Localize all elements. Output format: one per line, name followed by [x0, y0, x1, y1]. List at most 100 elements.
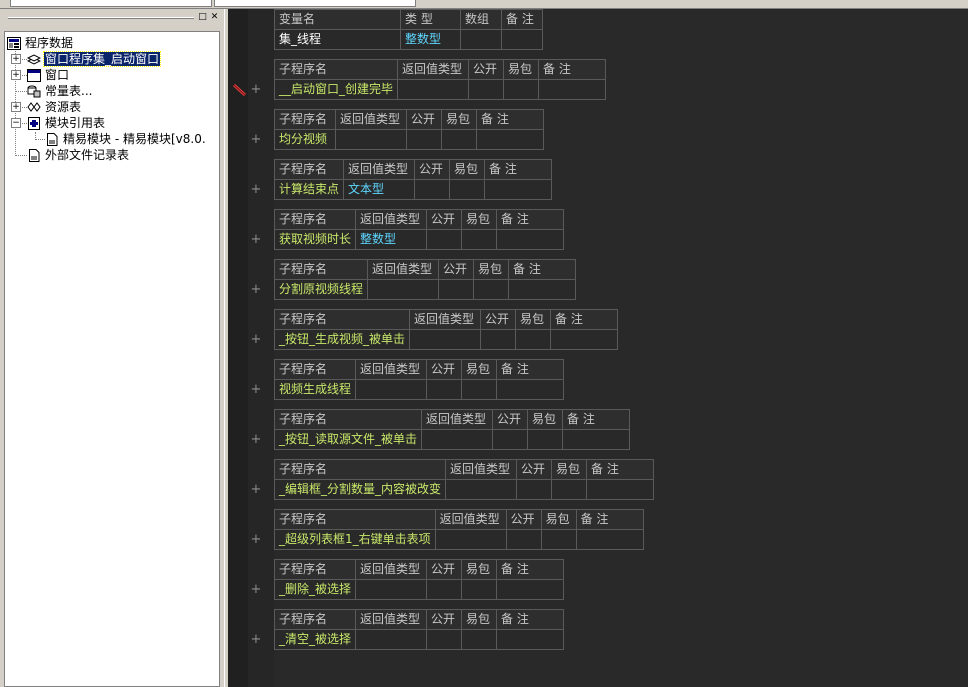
- sub-remark-cell[interactable]: [586, 479, 655, 500]
- sub-return-type-cell[interactable]: [409, 329, 482, 350]
- sub-return-type-cell[interactable]: [355, 629, 428, 650]
- sub-remark-cell[interactable]: [562, 429, 631, 450]
- sub-public-cell[interactable]: [426, 379, 463, 400]
- sub-return-type-cell[interactable]: [397, 79, 470, 100]
- tree-item-window[interactable]: 窗口: [27, 67, 70, 83]
- sub-easy-pack-cell[interactable]: [473, 279, 510, 300]
- sub-return-type-cell[interactable]: 整数型: [355, 229, 428, 250]
- header-return-type: 返回值类型: [355, 559, 428, 580]
- sub-remark-cell[interactable]: [496, 579, 565, 600]
- sub-easy-pack-cell[interactable]: [540, 529, 577, 550]
- sub-return-type-cell[interactable]: [355, 379, 428, 400]
- sub-easy-pack-cell[interactable]: [449, 179, 486, 200]
- tree-item-module[interactable]: 精易模块 - 精易模块[v8.0.: [45, 131, 207, 147]
- sub-remark-cell[interactable]: [496, 229, 565, 250]
- sub-public-cell[interactable]: [414, 179, 451, 200]
- sub-public-cell[interactable]: [426, 229, 463, 250]
- sub-name-cell[interactable]: _清空_被选择: [273, 629, 357, 650]
- sub-easy-pack-cell[interactable]: [551, 479, 588, 500]
- sub-easy-pack-cell[interactable]: [461, 229, 498, 250]
- expand-sub-icon[interactable]: +: [250, 83, 262, 97]
- sub-public-cell[interactable]: [426, 629, 463, 650]
- close-button[interactable]: ✕: [209, 12, 220, 23]
- sub-public-cell[interactable]: [516, 479, 553, 500]
- expand-sub-icon[interactable]: +: [250, 383, 262, 397]
- sub-name-cell[interactable]: _删除_被选择: [273, 579, 357, 600]
- var-type-cell[interactable]: 整数型: [400, 29, 461, 50]
- sub-name-cell[interactable]: _按钮_读取源文件_被单击: [273, 429, 423, 450]
- sub-remark-cell[interactable]: [538, 79, 607, 100]
- expand-sub-icon[interactable]: +: [250, 133, 262, 147]
- expand-sub-icon[interactable]: +: [250, 433, 262, 447]
- sub-name-cell[interactable]: 计算结束点: [273, 179, 345, 200]
- sub-return-type-cell[interactable]: [434, 529, 507, 550]
- expand-sub-icon[interactable]: +: [250, 483, 262, 497]
- tree-item-module-refs[interactable]: 模块引用表: [27, 115, 106, 131]
- expand-toggle[interactable]: +: [11, 54, 21, 64]
- sub-return-type-cell[interactable]: [355, 579, 428, 600]
- var-array-cell[interactable]: [460, 29, 502, 50]
- var-remark-cell[interactable]: [501, 29, 543, 50]
- sub-public-cell[interactable]: [480, 329, 517, 350]
- pin-icon: □: [198, 12, 207, 22]
- sub-easy-pack-cell[interactable]: [441, 129, 477, 150]
- sub-name-cell[interactable]: __启动窗口_创建完毕: [273, 79, 399, 100]
- sub-return-type-cell[interactable]: [421, 429, 494, 450]
- assembly-icon: [27, 54, 41, 65]
- sub-name-cell[interactable]: 分割原视频线程: [273, 279, 369, 300]
- tree-item-constants[interactable]: 常量表...: [27, 83, 93, 99]
- tree-item-assembly[interactable]: 窗口程序集_启动窗口: [27, 51, 162, 67]
- sub-easy-pack-cell[interactable]: [461, 379, 498, 400]
- sub-public-cell[interactable]: [438, 279, 475, 300]
- sub-public-cell[interactable]: [492, 429, 529, 450]
- var-name-cell[interactable]: 集_线程: [274, 29, 401, 50]
- sub-name-cell[interactable]: _编辑框_分割数量_内容被改变: [273, 479, 447, 500]
- collapse-toggle[interactable]: −: [11, 118, 21, 128]
- sub-name-cell[interactable]: _按钮_生成视频_被单击: [273, 329, 411, 350]
- sub-public-cell[interactable]: [426, 579, 463, 600]
- expand-sub-icon[interactable]: +: [250, 233, 262, 247]
- sub-remark-cell[interactable]: [550, 329, 619, 350]
- assembly-combo[interactable]: [10, 0, 212, 7]
- tree-item-program-data[interactable]: 程序数据: [7, 35, 74, 51]
- expand-sub-icon[interactable]: +: [250, 183, 262, 197]
- expand-toggle[interactable]: +: [11, 102, 21, 112]
- tree-item-external-files[interactable]: 外部文件记录表: [27, 147, 130, 163]
- project-tree[interactable]: 程序数据 + 窗口程序集_启动窗口 + 窗口 常量表... + 资源表 − 模块…: [4, 31, 220, 687]
- sub-return-type-cell[interactable]: 文本型: [343, 179, 416, 200]
- sub-name-cell[interactable]: _超级列表框1_右键单击表项: [274, 529, 436, 550]
- header-sub-name: 子程序名: [273, 459, 447, 480]
- sub-easy-pack-cell[interactable]: [461, 579, 498, 600]
- expand-sub-icon[interactable]: +: [250, 283, 262, 297]
- sub-remark-cell[interactable]: [496, 629, 565, 650]
- expand-sub-icon[interactable]: +: [250, 533, 262, 547]
- sub-easy-pack-cell[interactable]: [503, 79, 540, 100]
- expand-sub-icon[interactable]: +: [250, 583, 262, 597]
- expand-toggle[interactable]: +: [11, 70, 21, 80]
- sub-return-type-cell[interactable]: [367, 279, 440, 300]
- subroutine-combo[interactable]: [214, 0, 416, 7]
- sub-remark-cell[interactable]: [575, 529, 644, 550]
- sub-public-cell[interactable]: [468, 79, 505, 100]
- expand-sub-icon[interactable]: +: [250, 333, 262, 347]
- sub-remark-cell[interactable]: [508, 279, 577, 300]
- expand-sub-icon[interactable]: +: [250, 633, 262, 647]
- sub-remark-cell[interactable]: [496, 379, 565, 400]
- sub-name-cell[interactable]: 获取视频时长: [273, 229, 357, 250]
- sub-easy-pack-cell[interactable]: [461, 629, 498, 650]
- sub-return-type-cell[interactable]: [445, 479, 518, 500]
- sub-public-cell[interactable]: [406, 129, 442, 150]
- sub-name-cell[interactable]: 视频生成线程: [273, 379, 357, 400]
- header-var-name: 变量名: [274, 9, 401, 30]
- panel-grip[interactable]: [8, 17, 194, 19]
- sub-return-type-cell[interactable]: [335, 129, 407, 150]
- sub-easy-pack-cell[interactable]: [515, 329, 552, 350]
- pin-button[interactable]: □: [197, 12, 208, 23]
- code-editor[interactable]: 变量名 类 型 数组 备 注 集_线程 整数型 子程序名 返回值类型 公开 易包备 注…: [228, 9, 968, 687]
- sub-remark-cell[interactable]: [484, 179, 553, 200]
- sub-easy-pack-cell[interactable]: [527, 429, 564, 450]
- sub-remark-cell[interactable]: [476, 129, 544, 150]
- sub-name-cell[interactable]: 均分视频: [274, 129, 336, 150]
- tree-item-resources[interactable]: 资源表: [27, 99, 82, 115]
- sub-public-cell[interactable]: [505, 529, 542, 550]
